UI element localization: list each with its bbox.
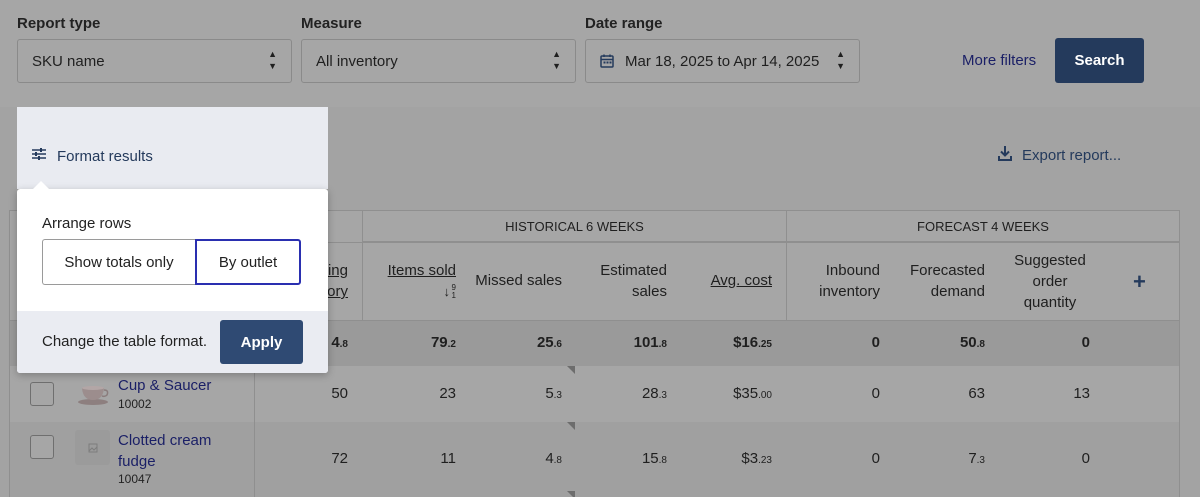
measure-field: Measure All inventory ▲ ▼ — [301, 14, 576, 83]
row-checkbox[interactable] — [30, 382, 54, 406]
show-totals-only-option[interactable]: Show totals only — [42, 239, 195, 285]
cell-items-sold: 23 — [439, 385, 456, 402]
total-missed-sales: 25.6 — [536, 334, 562, 351]
apply-button[interactable]: Apply — [220, 320, 303, 364]
download-icon — [998, 146, 1012, 165]
add-column-icon[interactable]: + — [1133, 269, 1146, 295]
date-range-field: Date range Mar 18, 2025 to Apr 14, 2025 … — [585, 14, 860, 83]
total-avg-cost: $16.25 — [733, 334, 772, 351]
cell-suggested-order: 13 — [1073, 385, 1090, 402]
cell-forecasted-demand: 7.3 — [968, 450, 985, 467]
col-avg-cost[interactable]: Avg. cost — [690, 270, 772, 291]
format-results-button[interactable]: Format results — [32, 147, 153, 165]
total-inbound-inventory: 0 — [871, 334, 880, 351]
teacup-icon — [77, 385, 108, 405]
col-items-sold[interactable]: Items sold ↓ 9 1 — [380, 260, 456, 302]
date-range-select[interactable]: Mar 18, 2025 to Apr 14, 2025 ▲ ▼ — [585, 39, 860, 83]
arrange-rows-toggle: Show totals only By outlet — [42, 239, 301, 285]
col-estimated-sales: Estimated sales — [600, 262, 667, 300]
sort-descending-icon: ↓ 9 1 — [443, 282, 457, 300]
date-range-value: Mar 18, 2025 to Apr 14, 2025 — [625, 52, 820, 70]
cell-closing-inventory: 50 — [331, 385, 348, 402]
historical-group-header: HISTORICAL 6 WEEKS — [363, 211, 786, 242]
cell-items-sold: 11 — [440, 450, 456, 467]
product-link[interactable]: Clotted cream fudge — [118, 430, 211, 472]
popover-help-text: Change the table format. — [42, 333, 208, 350]
total-suggested-order: 0 — [1081, 334, 1090, 351]
cell-avg-cost: $35.00 — [733, 385, 772, 402]
date-range-label: Date range — [585, 15, 663, 32]
measure-label: Measure — [301, 15, 362, 32]
cell-suggested-order: 0 — [1081, 450, 1090, 467]
placeholder-image-icon — [75, 430, 110, 465]
col-inbound-inventory: Inbound inventory — [819, 262, 880, 300]
col-forecasted-demand: Forecasted demand — [909, 262, 985, 300]
report-type-field: Report type SKU name ▲ ▼ — [17, 14, 292, 83]
col-suggested-order: Suggested order quantity — [1014, 252, 1086, 311]
total-forecasted-demand: 50.8 — [959, 334, 985, 351]
format-results-popover: Arrange rows Show totals only By outlet … — [17, 181, 328, 373]
product-link[interactable]: Cup & Saucer — [118, 375, 211, 396]
note-flag-icon — [567, 422, 575, 430]
popover-footer: Change the table format. Apply — [17, 311, 328, 373]
popover-caret — [33, 181, 49, 189]
more-filters-link[interactable]: More filters — [962, 52, 1036, 69]
arrange-rows-label: Arrange rows — [42, 215, 132, 232]
forecast-group-header: FORECAST 4 WEEKS — [787, 211, 1179, 242]
report-type-label: Report type — [17, 15, 101, 32]
cell-closing-inventory: 72 — [331, 450, 348, 467]
by-outlet-option[interactable]: By outlet — [195, 239, 301, 285]
items-sold-label: Items sold — [387, 262, 456, 279]
measure-value: All inventory — [316, 52, 398, 70]
cell-avg-cost: $3.23 — [741, 450, 772, 467]
total-estimated-sales: 101.8 — [633, 334, 667, 351]
updown-arrows-icon: ▲ ▼ — [552, 49, 561, 71]
calendar-icon — [600, 54, 614, 68]
cell-inbound-inventory: 0 — [871, 450, 880, 467]
col-missed-sales: Missed sales — [475, 272, 562, 289]
row-checkbox[interactable] — [30, 435, 54, 459]
cell-forecasted-demand: 63 — [968, 385, 985, 402]
report-type-select[interactable]: SKU name ▲ ▼ — [17, 39, 292, 83]
filter-bar: Report type SKU name ▲ ▼ Measure All inve… — [0, 0, 1200, 107]
cell-estimated-sales: 28.3 — [641, 385, 667, 402]
total-items-sold: 79.2 — [430, 334, 456, 351]
cell-inbound-inventory: 0 — [871, 385, 880, 402]
note-flag-icon — [567, 366, 575, 374]
search-button[interactable]: Search — [1055, 38, 1144, 83]
measure-select[interactable]: All inventory ▲ ▼ — [301, 39, 576, 83]
product-sku: 10002 — [118, 397, 152, 411]
report-type-value: SKU name — [32, 52, 105, 70]
updown-arrows-icon: ▲ ▼ — [836, 49, 845, 71]
sliders-icon — [32, 147, 46, 165]
cell-missed-sales: 4.8 — [545, 450, 562, 467]
format-results-trigger: Format results — [17, 107, 328, 189]
export-report-label: Export report... — [1022, 147, 1122, 164]
product-sku: 10047 — [118, 472, 152, 486]
cell-missed-sales: 5.3 — [545, 385, 562, 402]
product-thumbnail — [75, 376, 110, 411]
cell-estimated-sales: 15.8 — [641, 450, 667, 467]
note-flag-icon — [567, 491, 575, 497]
export-report-button[interactable]: Export report... — [998, 146, 1121, 165]
format-results-label: Format results — [57, 147, 153, 165]
updown-arrows-icon: ▲ ▼ — [268, 49, 277, 71]
